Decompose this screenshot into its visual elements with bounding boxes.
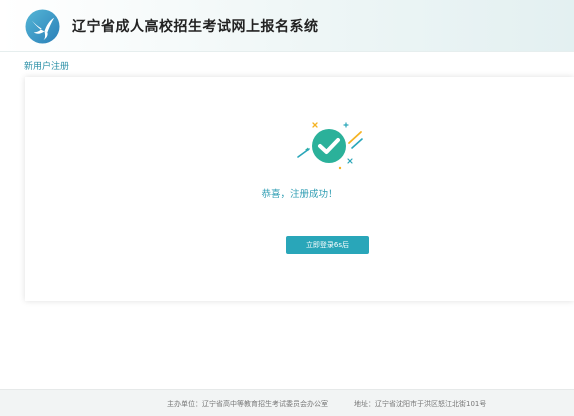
footer-host: 主办单位：辽宁省高中等教育招生考试委员会办公室 (167, 400, 328, 408)
header: 辽宁省成人高校招生考试网上报名系统 (0, 0, 574, 52)
swallow-logo-icon (25, 9, 60, 44)
registration-result-card: 恭喜，注册成功！ 立即登录6s后 (25, 77, 574, 301)
check-circle-icon (297, 122, 363, 170)
success-message: 恭喜，注册成功！ (261, 189, 338, 200)
site-title: 辽宁省成人高校招生考试网上报名系统 (72, 19, 319, 35)
breadcrumb: 新用户注册 (24, 62, 70, 72)
footer-address: 地址：辽宁省沈阳市于洪区怒江北街101号 (354, 400, 487, 408)
login-now-button[interactable]: 立即登录6s后 (286, 236, 369, 254)
footer: 主办单位：辽宁省高中等教育招生考试委员会办公室 地址：辽宁省沈阳市于洪区怒江北街… (0, 389, 574, 416)
